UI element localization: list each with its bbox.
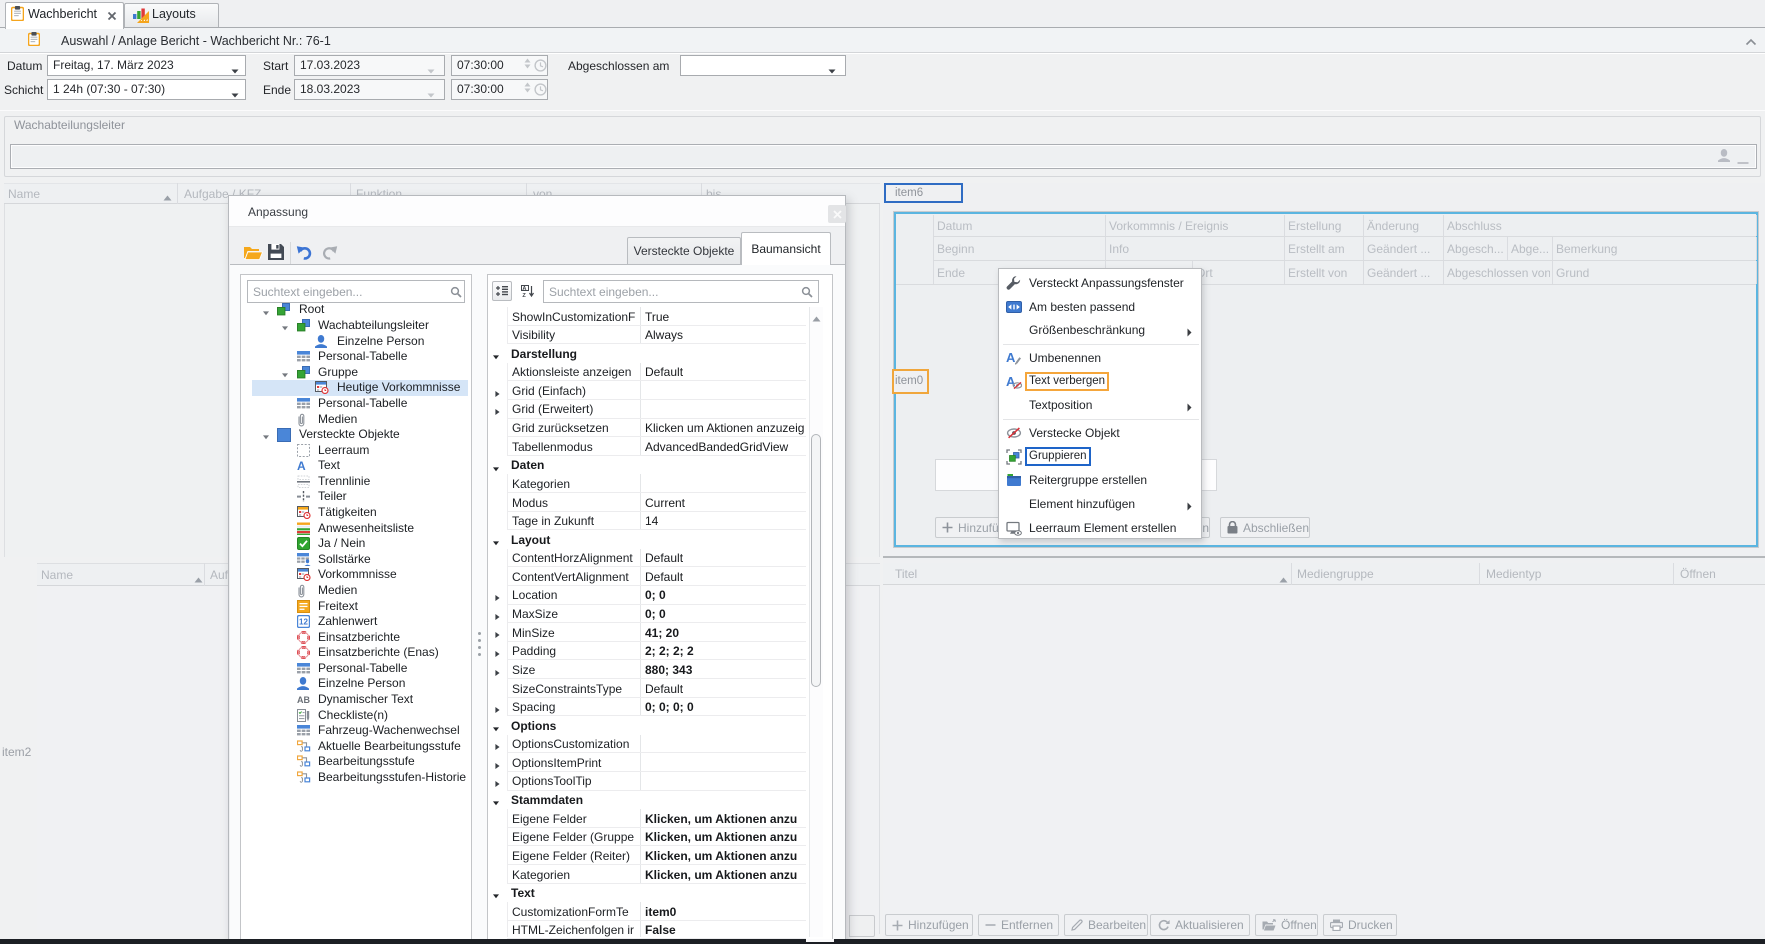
svg-text:J: J — [300, 778, 304, 784]
svg-text:12: 12 — [299, 618, 308, 627]
svg-text:J: J — [300, 762, 304, 768]
svg-text:Z: Z — [522, 293, 526, 298]
svg-text:A: A — [522, 286, 526, 292]
svg-text:A: A — [1006, 350, 1016, 365]
svg-text:J: J — [300, 747, 304, 753]
